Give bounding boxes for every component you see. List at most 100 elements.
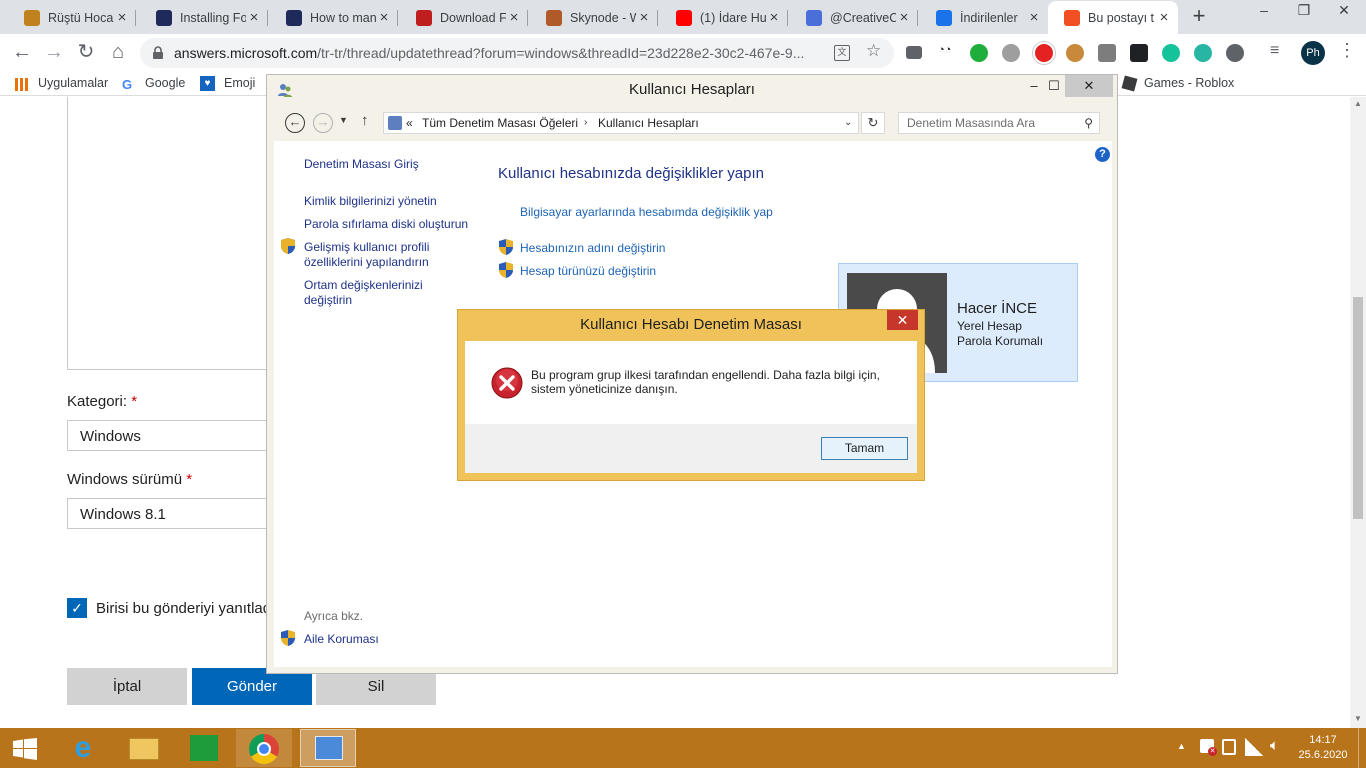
check-extension-icon[interactable] bbox=[970, 44, 988, 62]
adblock-extension-icon[interactable] bbox=[1033, 42, 1055, 64]
taskbar-explorer[interactable] bbox=[116, 729, 172, 767]
bookmark-star-icon[interactable]: ☆ bbox=[866, 41, 881, 61]
change-type-link[interactable]: Hesap türünüzü değiştirin bbox=[520, 264, 656, 279]
taskbar-ie[interactable]: e bbox=[56, 729, 112, 767]
glasses-extension-icon[interactable]: ◔◔ bbox=[938, 44, 956, 62]
tab-9[interactable]: Bu postayı t × bbox=[1048, 1, 1178, 34]
clock[interactable]: 14:17 25.6.2020 bbox=[1296, 733, 1350, 763]
cp-recent-dropdown[interactable]: ▼ bbox=[339, 115, 348, 125]
page-scrollbar[interactable]: ▲ ▼ bbox=[1350, 97, 1366, 728]
tab-1[interactable]: Rüştü Hoca Y× bbox=[8, 1, 136, 34]
rename-account-link[interactable]: Hesabınızın adını değiştirin bbox=[520, 241, 665, 256]
address-bar[interactable]: answers.microsoft.com/tr-tr/thread/updat… bbox=[140, 38, 894, 68]
see-also-heading: Ayrıca bkz. bbox=[304, 609, 364, 623]
reset-disk-link[interactable]: Parola sıfırlama diski oluşturun bbox=[304, 217, 468, 232]
url-host: answers.microsoft.com bbox=[174, 45, 318, 61]
tab-5[interactable]: Skynode - W × bbox=[530, 1, 658, 34]
tab-close-icon[interactable]: × bbox=[376, 9, 392, 26]
cp-home-link[interactable]: Denetim Masası Giriş bbox=[304, 157, 419, 172]
back-button[interactable]: ← bbox=[8, 39, 36, 67]
cancel-button[interactable]: İptal bbox=[67, 668, 187, 705]
tab-7[interactable]: @CreativeCr × bbox=[790, 1, 918, 34]
forward-button[interactable]: → bbox=[40, 39, 68, 67]
cp-forward-button[interactable]: → bbox=[313, 113, 333, 133]
home-button[interactable]: ⌂ bbox=[104, 39, 132, 67]
tab-close-icon[interactable]: × bbox=[1026, 9, 1042, 26]
tab-close-icon[interactable]: × bbox=[636, 9, 652, 26]
reload-button[interactable]: ↻ bbox=[72, 39, 100, 67]
tab-close-icon[interactable]: × bbox=[506, 9, 522, 26]
maximize-button[interactable]: ❐ bbox=[1284, 0, 1324, 22]
version-select[interactable]: Windows 8.1 bbox=[67, 498, 287, 529]
media-control-icon[interactable]: ≡ bbox=[1270, 42, 1288, 60]
cp-address-bar[interactable]: « Tüm Denetim Masası Öğeleri › Kullanıcı… bbox=[383, 112, 859, 134]
apps-grid-icon[interactable] bbox=[15, 78, 28, 91]
family-safety-link[interactable]: Aile Koruması bbox=[304, 632, 379, 647]
tab-close-icon[interactable]: × bbox=[766, 9, 782, 26]
scrollbar-thumb[interactable] bbox=[1353, 297, 1363, 519]
minimize-button[interactable]: – bbox=[1244, 0, 1284, 22]
tab-3[interactable]: How to man × bbox=[270, 1, 398, 34]
tab-4[interactable]: Download Fi × bbox=[400, 1, 528, 34]
cookie-extension-icon[interactable] bbox=[1066, 44, 1084, 62]
url-text: answers.microsoft.com/tr-tr/thread/updat… bbox=[174, 45, 814, 61]
chevron-down-icon[interactable]: ⌄ bbox=[844, 113, 852, 133]
check-grey-extension-icon[interactable] bbox=[1002, 44, 1020, 62]
translate-icon[interactable]: 文 bbox=[834, 45, 850, 61]
pc-settings-link[interactable]: Bilgisayar ayarlarında hesabımda değişik… bbox=[520, 205, 773, 220]
close-window-button[interactable]: ✕ bbox=[1324, 0, 1364, 22]
env-vars-link[interactable]: Ortam değişkenlerinizi değiştirin bbox=[304, 278, 423, 308]
tab-2[interactable]: Installing Fo × bbox=[140, 1, 268, 34]
grammarly-extension-icon[interactable] bbox=[1162, 44, 1180, 62]
bookmark-roblox[interactable]: Games - Roblox bbox=[1144, 76, 1234, 90]
tab-close-icon[interactable]: × bbox=[114, 9, 130, 26]
tab-title: Bu postayı t bbox=[1088, 10, 1155, 25]
show-desktop-button[interactable] bbox=[1358, 728, 1366, 768]
cp-up-button[interactable]: ↑ bbox=[361, 112, 369, 129]
cp-close-button[interactable]: ✕ bbox=[1065, 75, 1113, 97]
taskbar-chrome[interactable] bbox=[236, 729, 292, 767]
power-icon[interactable] bbox=[1222, 739, 1236, 755]
menu-kebab-icon[interactable]: ⋮ bbox=[1338, 40, 1356, 60]
action-center-icon[interactable]: ✕ bbox=[1200, 739, 1217, 756]
tab-close-icon[interactable]: × bbox=[1156, 9, 1172, 26]
show-hidden-icons[interactable]: ▲ bbox=[1177, 741, 1186, 751]
credentials-link[interactable]: Kimlik bilgilerinizi yönetin bbox=[304, 194, 437, 209]
cp-back-button[interactable]: ← bbox=[285, 113, 305, 133]
bookmark-emoji[interactable]: Emoji bbox=[224, 76, 255, 90]
start-button[interactable] bbox=[0, 729, 52, 767]
bookmark-google[interactable]: Google bbox=[145, 76, 185, 90]
bookmark-apps[interactable]: Uygulamalar bbox=[38, 76, 108, 90]
taskbar-store[interactable] bbox=[176, 729, 232, 767]
category-select[interactable]: Windows bbox=[67, 420, 287, 451]
screen-extension-icon[interactable] bbox=[1098, 44, 1116, 62]
dialog-body: Bu program grup ilkesi tarafından engell… bbox=[465, 341, 917, 473]
network-icon[interactable] bbox=[1245, 738, 1263, 756]
breadcrumb-all-items[interactable]: Tüm Denetim Masası Öğeleri bbox=[422, 113, 578, 133]
shield-icon bbox=[281, 238, 295, 254]
tab-close-icon[interactable]: × bbox=[896, 9, 912, 26]
cp-search-input[interactable]: Denetim Masasında Ara ⚲ bbox=[898, 112, 1100, 134]
camera-extension-icon[interactable] bbox=[906, 46, 922, 59]
tab-close-icon[interactable]: × bbox=[246, 9, 262, 26]
url-path: /tr-tr/thread/updatethread?forum=windows… bbox=[317, 45, 805, 61]
dialog-close-button[interactable]: ✕ bbox=[887, 310, 918, 330]
tab-6[interactable]: (1) İdare Hu × bbox=[660, 1, 788, 34]
clock-time: 14:17 bbox=[1309, 734, 1337, 746]
cp-refresh-button[interactable]: ↻ bbox=[861, 112, 885, 134]
puzzle-extension-icon[interactable] bbox=[1226, 44, 1244, 62]
advanced-profile-link[interactable]: Gelişmiş kullanıcı profili özelliklerini … bbox=[304, 240, 429, 270]
breadcrumb-user-accounts[interactable]: Kullanıcı Hesapları bbox=[598, 113, 699, 133]
new-tab-button[interactable]: + bbox=[1186, 4, 1212, 30]
taskbar-control-panel[interactable] bbox=[300, 729, 356, 767]
notify-checkbox[interactable]: ✓ bbox=[67, 598, 87, 618]
ok-button[interactable]: Tamam bbox=[821, 437, 908, 460]
tab-8[interactable]: İndirilenler × bbox=[920, 1, 1048, 34]
profile-avatar[interactable]: Ph bbox=[1301, 41, 1325, 65]
message-textarea[interactable] bbox=[67, 97, 287, 370]
cloud-extension-icon[interactable] bbox=[1194, 44, 1212, 62]
volume-icon[interactable]: 🔈︎ bbox=[1270, 737, 1279, 754]
box-extension-icon[interactable] bbox=[1130, 44, 1148, 62]
help-icon[interactable]: ? bbox=[1095, 147, 1110, 162]
heart-icon: ♥ bbox=[200, 76, 215, 91]
